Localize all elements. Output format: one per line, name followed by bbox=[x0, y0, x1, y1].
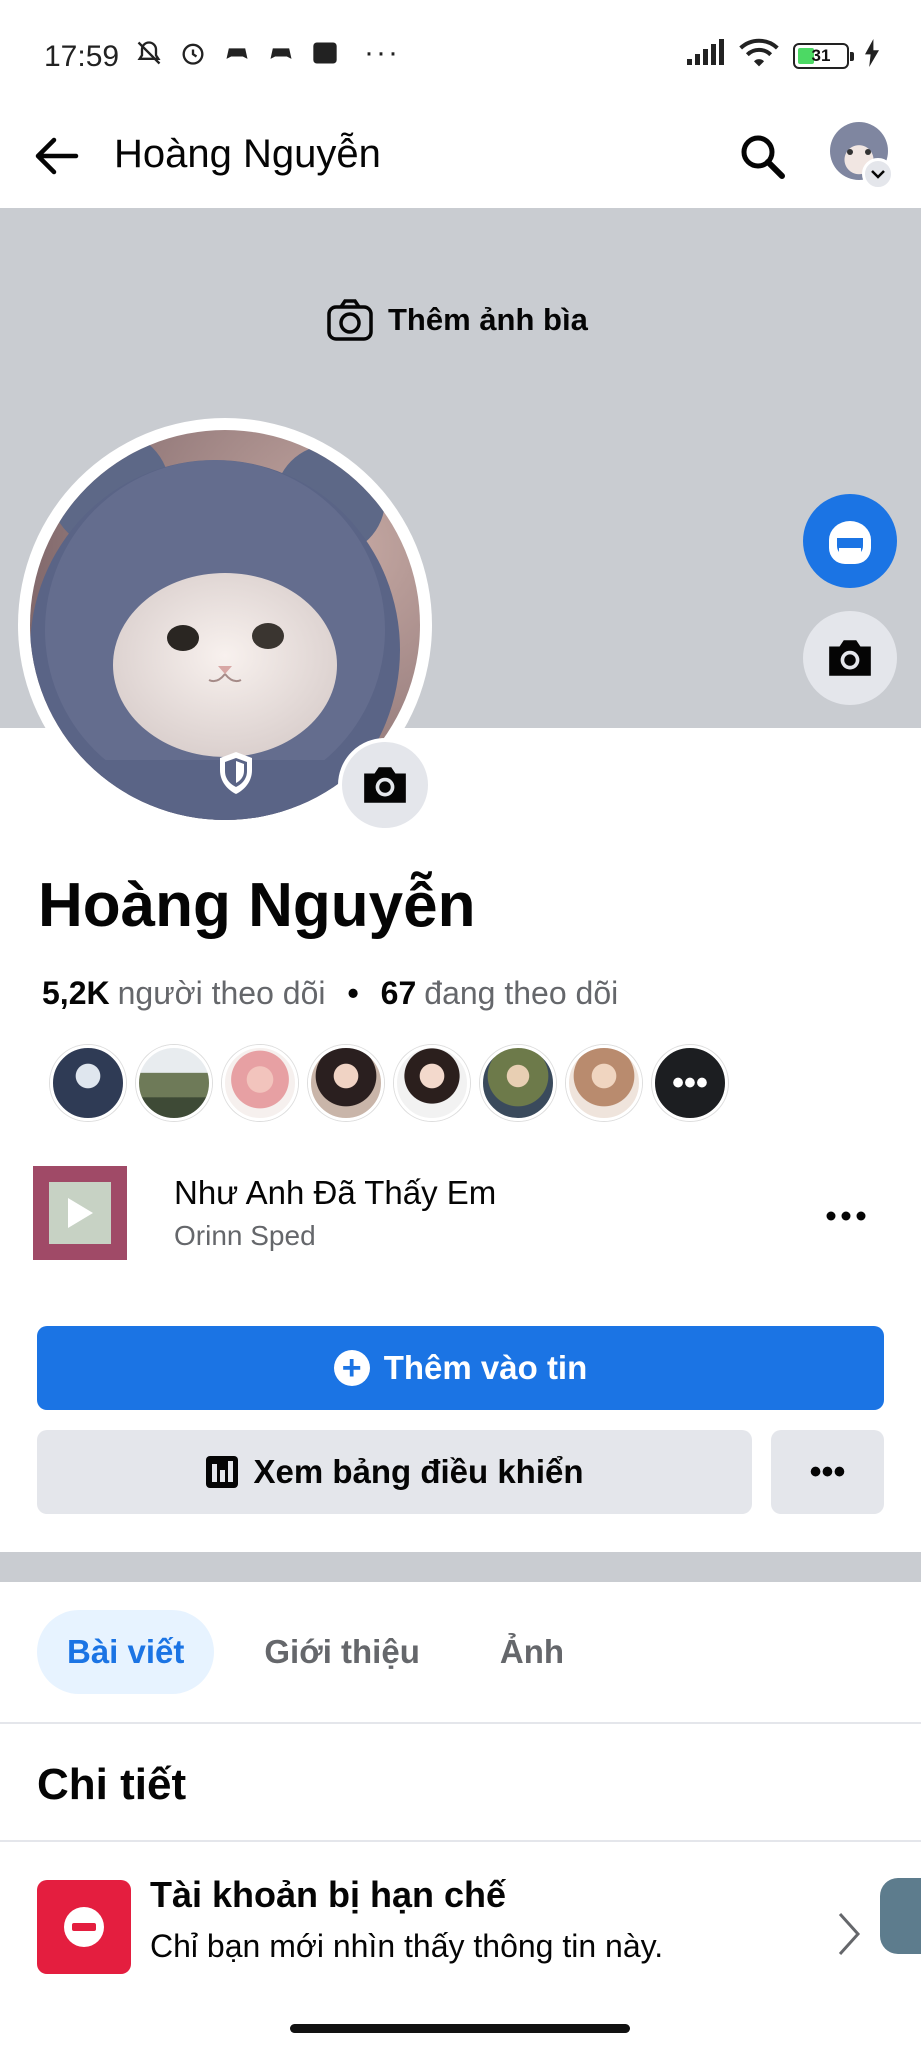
more-followers-button[interactable]: ••• bbox=[652, 1045, 728, 1121]
view-dashboard-label: Xem bảng điều khiển bbox=[253, 1453, 584, 1490]
add-to-story-button[interactable]: + Thêm vào tin bbox=[37, 1326, 884, 1410]
add-cover-button[interactable]: Thêm ảnh bìa bbox=[326, 298, 588, 342]
more-icon: ••• bbox=[809, 1452, 846, 1491]
profile-camera-button[interactable] bbox=[338, 738, 432, 832]
follower-avatar[interactable] bbox=[308, 1045, 384, 1121]
tab-photos[interactable]: Ảnh bbox=[470, 1610, 594, 1694]
back-button[interactable] bbox=[26, 126, 86, 186]
search-button[interactable] bbox=[730, 124, 794, 188]
game-icon bbox=[222, 38, 252, 68]
dashboard-icon bbox=[206, 1456, 239, 1488]
add-to-story-label: Thêm vào tin bbox=[383, 1349, 588, 1386]
avatar-creator-button[interactable] bbox=[803, 494, 897, 588]
stats-separator: • bbox=[347, 975, 359, 1011]
restricted-icon bbox=[37, 1880, 131, 1974]
details-divider bbox=[0, 1840, 921, 1842]
home-indicator[interactable] bbox=[290, 2024, 630, 2033]
add-cover-label: Thêm ảnh bìa bbox=[388, 302, 588, 337]
music-more-button[interactable] bbox=[818, 1188, 874, 1244]
status-icons-left: ··· bbox=[134, 38, 400, 68]
following-label[interactable]: đang theo dõi bbox=[424, 975, 618, 1012]
profile-stats: 5,2K người theo dõi • 67 đang theo dõi bbox=[42, 975, 618, 1012]
page-title: Hoàng Nguyễn bbox=[114, 132, 381, 176]
follower-avatar[interactable] bbox=[566, 1045, 642, 1121]
play-icon bbox=[49, 1182, 111, 1244]
music-title: Như Anh Đã Thấy Em bbox=[174, 1174, 497, 1211]
floating-bubble[interactable] bbox=[880, 1878, 921, 1954]
app-icon bbox=[310, 38, 340, 68]
charging-icon bbox=[863, 39, 881, 72]
follower-avatar[interactable] bbox=[136, 1045, 212, 1121]
alarm-icon bbox=[178, 38, 208, 68]
chevron-right-icon bbox=[836, 1910, 862, 1963]
tab-about[interactable]: Giới thiệu bbox=[234, 1610, 449, 1694]
following-count[interactable]: 67 bbox=[381, 975, 417, 1012]
restricted-subtitle: Chỉ bạn mới nhìn thấy thông tin này. bbox=[150, 1928, 664, 1964]
more-notifications-icon: ··· bbox=[364, 36, 400, 69]
tab-posts[interactable]: Bài viết bbox=[37, 1610, 215, 1694]
section-separator bbox=[0, 1552, 921, 1582]
tabs-divider bbox=[0, 1722, 921, 1724]
profile-tabs: Bài viết Giới thiệu Ảnh bbox=[37, 1610, 594, 1694]
restricted-account-item[interactable]: Tài khoản bị hạn chế Chỉ bạn mới nhìn th… bbox=[0, 1860, 921, 1980]
arrow-left-icon bbox=[35, 137, 79, 175]
app-header: Hoàng Nguyễn bbox=[0, 110, 921, 208]
followers-count[interactable]: 5,2K bbox=[42, 975, 110, 1012]
cover-camera-button[interactable] bbox=[803, 611, 897, 705]
status-time: 17:59 bbox=[44, 40, 120, 73]
more-icon: ••• bbox=[672, 1063, 708, 1102]
mute-icon bbox=[134, 38, 164, 68]
signal-icon bbox=[685, 39, 725, 72]
profile-more-button[interactable]: ••• bbox=[771, 1430, 884, 1514]
follower-avatar[interactable] bbox=[50, 1045, 126, 1121]
profile-name: Hoàng Nguyễn bbox=[38, 871, 476, 940]
follower-avatar[interactable] bbox=[480, 1045, 556, 1121]
camera-icon bbox=[829, 640, 871, 676]
camera-icon bbox=[364, 767, 406, 803]
status-bar: 17:59 ··· 31 bbox=[0, 0, 921, 110]
status-icons-right: 31 bbox=[685, 38, 881, 73]
wifi-icon bbox=[739, 38, 779, 73]
follower-avatar[interactable] bbox=[222, 1045, 298, 1121]
restricted-title: Tài khoản bị hạn chế bbox=[150, 1874, 507, 1915]
camera-icon bbox=[327, 299, 373, 341]
more-icon bbox=[826, 1211, 866, 1221]
profile-music[interactable]: Như Anh Đã Thấy Em Orinn Sped bbox=[0, 1160, 921, 1270]
followers-label[interactable]: người theo dõi bbox=[118, 975, 326, 1012]
view-dashboard-button[interactable]: Xem bảng điều khiển bbox=[37, 1430, 752, 1514]
details-title: Chi tiết bbox=[37, 1760, 187, 1809]
game-icon bbox=[266, 38, 296, 68]
battery-icon: 31 bbox=[793, 42, 854, 69]
music-cover[interactable] bbox=[33, 1166, 127, 1260]
follower-avatar[interactable] bbox=[394, 1045, 470, 1121]
music-artist: Orinn Sped bbox=[174, 1220, 316, 1251]
profile-guard-icon bbox=[216, 750, 256, 801]
chevron-down-icon[interactable] bbox=[862, 158, 894, 190]
battery-level: 31 bbox=[811, 45, 831, 65]
followers-avatars: ••• bbox=[50, 1045, 728, 1121]
search-icon bbox=[741, 135, 785, 179]
plus-icon: + bbox=[333, 1350, 370, 1386]
avatar-icon bbox=[829, 521, 871, 564]
